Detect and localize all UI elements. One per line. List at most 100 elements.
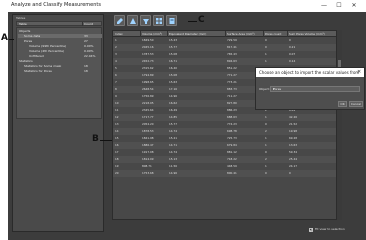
- table-cell: 1: [265, 59, 267, 63]
- table-cell: 1787.53: [142, 52, 154, 56]
- table-row[interactable]: 1 1849.50 15.23 729.59 0 0: [113, 37, 336, 44]
- dialog-title-bar: Choose an object to import the scalar va…: [256, 68, 364, 77]
- table-row[interactable]: 14 1878.53 14.74 698.78 2 19.98: [113, 128, 336, 135]
- table-cell: 15.21: [169, 136, 178, 140]
- export-icon: [169, 18, 175, 24]
- table-row[interactable]: 13 2054.20 15.77 774.23 0 21.52: [113, 121, 336, 128]
- table-cell: 15.08: [169, 73, 178, 77]
- tree-node-unfiltered[interactable]: Unfiltered: [29, 54, 44, 58]
- table-cell: 20: [115, 171, 119, 175]
- table-cell: 16.49: [169, 108, 178, 112]
- table-cell: 8: [115, 87, 117, 91]
- maximize-button[interactable]: ☐: [334, 1, 344, 10]
- table-cell: 0.21: [289, 45, 296, 49]
- filter-button[interactable]: [140, 15, 151, 26]
- callout-c: C: [198, 15, 205, 25]
- chart-icon: [130, 18, 136, 24]
- table-cell: 5: [115, 66, 117, 70]
- table-cell: 6: [115, 73, 117, 77]
- edit-tool-button[interactable]: [114, 15, 125, 26]
- table-cell: 1753.68: [142, 171, 154, 175]
- table-cell: 14.71: [169, 143, 178, 147]
- table-cell: 18: [115, 157, 119, 161]
- table-cell: 13.63: [289, 143, 298, 147]
- table-row[interactable]: 17 1917.08 14.74 881.12 0 59.34: [113, 149, 336, 156]
- table-cell: 2: [265, 157, 267, 161]
- table-row[interactable]: 2 2045.16 15.77 817.41 0 0.21: [113, 44, 336, 51]
- table-row[interactable]: 19 808.71 11.56 448.59 1 24.17: [113, 163, 336, 170]
- table-cell: 817.41: [227, 45, 237, 49]
- checkmark-icon: [309, 228, 313, 232]
- tree-node-statistics[interactable]: Statistics: [19, 59, 33, 63]
- edit-tool-icon: [117, 18, 123, 24]
- dialog-close-icon[interactable]: ✕: [357, 69, 361, 75]
- table-cell: 2: [115, 45, 117, 49]
- chart-button[interactable]: [127, 15, 138, 26]
- table-cell: 0: [265, 171, 267, 175]
- tree-node-objects[interactable]: Objects: [19, 29, 30, 33]
- grid-button[interactable]: [153, 15, 164, 26]
- table-cell: 17.16: [169, 87, 178, 91]
- export-button[interactable]: [166, 15, 177, 26]
- table-cell: 16.40: [169, 66, 178, 70]
- tree-header-count[interactable]: Count: [84, 22, 93, 26]
- table-row[interactable]: 16 1886.47 14.71 679.84 1 13.63: [113, 142, 336, 149]
- table-row[interactable]: 18 1814.09 15.13 718.22 2 25.44: [113, 156, 336, 163]
- table-row[interactable]: 15 1841.98 15.21 725.73 1 69.28: [113, 135, 336, 142]
- table-cell: 718.22: [227, 157, 237, 161]
- object-select[interactable]: Pores ▾: [270, 86, 360, 92]
- table-cell: 16.62: [169, 101, 178, 105]
- table-cell: 14.74: [169, 129, 178, 133]
- tree-node-soma[interactable]: Soma data: [24, 34, 40, 38]
- table-cell: 19: [115, 164, 119, 168]
- table-cell: 448.59: [227, 164, 237, 168]
- measurements-table[interactable]: Index Volume (mm³) Equivalent Diameter (…: [112, 30, 337, 220]
- window-title: Analyze and Classify Measurements: [11, 2, 101, 8]
- table-cell: 0: [265, 38, 267, 42]
- filter-icon: [143, 19, 149, 24]
- table-scrollbar[interactable]: [337, 30, 342, 220]
- table-cell: 24.17: [289, 164, 298, 168]
- table-row[interactable]: 20 1753.68 14.96 800.41 0 0: [113, 170, 336, 177]
- table-cell: 1: [265, 143, 267, 147]
- table-cell: 1756.89: [142, 94, 154, 98]
- tables-tree[interactable]: Objects Soma data 33 Pores 27 Volume (99…: [16, 27, 102, 119]
- title-bar: Analyze and Classify Measurements — ☐ ✕: [8, 0, 366, 12]
- cancel-button[interactable]: Cancel: [349, 101, 363, 107]
- table-cell: 2: [265, 129, 267, 133]
- tree-node-pores[interactable]: Pores: [24, 39, 32, 43]
- tree-node-stats-pores[interactable]: Statistics for Pores: [24, 69, 52, 73]
- table-cell: 1917.08: [142, 150, 154, 154]
- table-cell: 800.41: [227, 171, 237, 175]
- fit-view-checkbox[interactable]: [309, 228, 313, 232]
- tables-panel-title: Tables: [16, 16, 26, 20]
- table-cell: 9: [115, 94, 117, 98]
- table-cell: 14: [115, 129, 119, 133]
- table-cell: 59.34: [289, 150, 298, 154]
- tree-value-stats-soma: 18: [84, 64, 88, 68]
- minimize-button[interactable]: —: [319, 1, 329, 10]
- tree-node-stats-soma[interactable]: Statistics for Soma mask: [24, 64, 61, 68]
- tree-node-volume-99[interactable]: Volume (99th Percentile): [29, 44, 66, 48]
- close-button[interactable]: ✕: [349, 1, 359, 10]
- table-row[interactable]: 4 2452.73 16.71 894.63 1 0.14: [113, 58, 336, 65]
- tree-node-volume-4[interactable]: Volume (4th Percentile): [29, 49, 64, 53]
- tree-value-stats-pores: 18: [84, 69, 88, 73]
- table-cell: 0.14: [289, 59, 296, 63]
- table-row[interactable]: 12 1717.77 14.85 688.63 1 42.26: [113, 114, 336, 121]
- table-cell: 15.08: [169, 52, 178, 56]
- table-cell: 688.63: [227, 115, 237, 119]
- table-cell: 774.23: [227, 122, 237, 126]
- tree-header-table[interactable]: Table: [19, 22, 27, 26]
- table-cell: 771.27: [227, 73, 237, 77]
- table-cell: 14.96: [169, 94, 178, 98]
- table-cell: 15.23: [169, 38, 178, 42]
- table-cell: 13: [115, 122, 119, 126]
- table-cell: 725.73: [227, 136, 237, 140]
- table-cell: 15.77: [169, 122, 178, 126]
- table-cell: 4: [115, 59, 117, 63]
- table-cell: 19.98: [289, 129, 298, 133]
- ok-button[interactable]: OK: [338, 101, 347, 107]
- dialog-title: Choose an object to import the scalar va…: [259, 70, 360, 75]
- table-row[interactable]: 3 1787.53 15.08 765.43 1 0.07: [113, 51, 336, 58]
